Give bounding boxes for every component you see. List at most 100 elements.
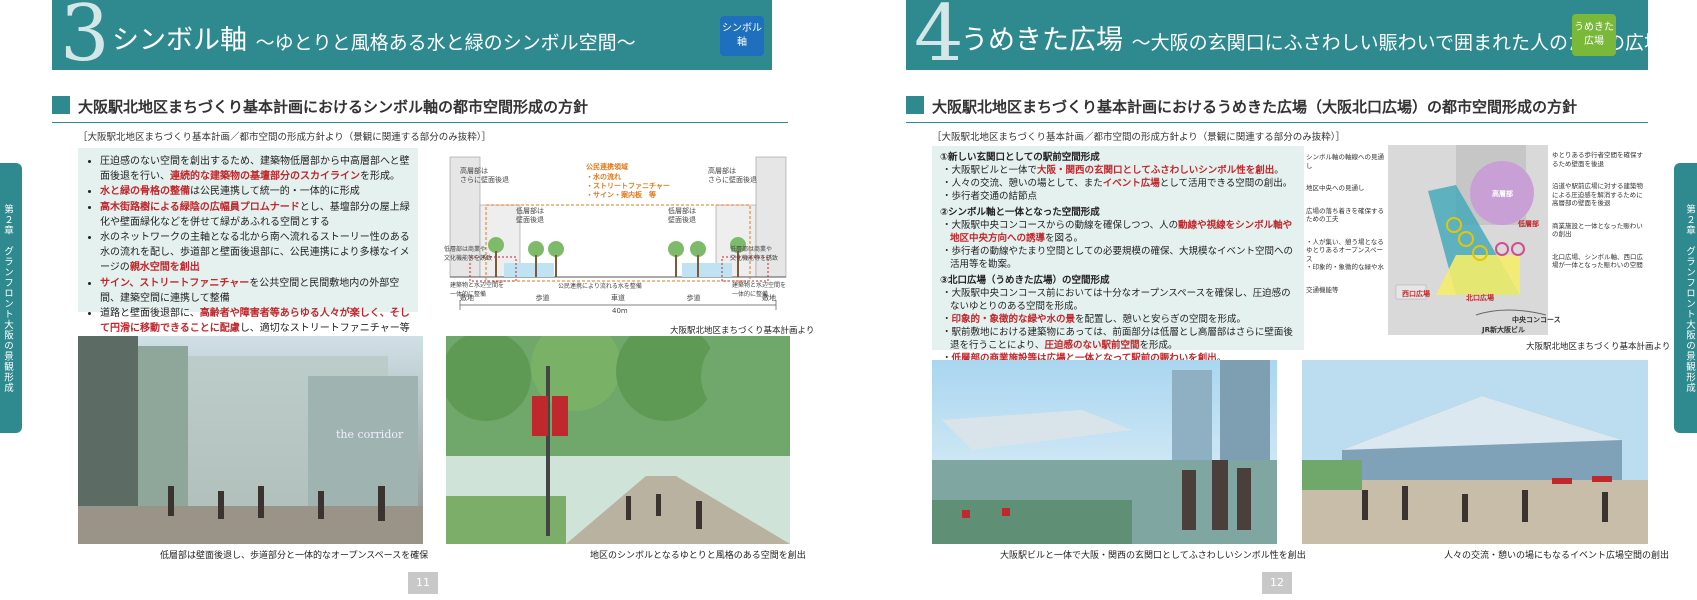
heading-rule bbox=[906, 122, 1648, 123]
map-label: ゆとりある歩行者空間を確保するため壁面を後退 bbox=[1552, 151, 1643, 168]
map-tag: 西口広場 bbox=[1402, 290, 1430, 298]
photo-caption: 地区のシンボルとなるゆとりと風格のある空間を創出 bbox=[590, 551, 806, 561]
map-credit: 大阪駅北地区まちづくり基本計画より bbox=[1526, 342, 1671, 352]
plaza-plan-diagram: シンボル軸の軸線への見通し地区中央への見通し広場の落ち着きを確保するための工夫・… bbox=[1306, 145, 1648, 350]
map-label: ・人が集い、憩う場となるゆとりあるオープンスペース ・印象的・象徴的な緑や水 bbox=[1306, 237, 1384, 272]
map-label: 交通機能等 bbox=[1306, 285, 1339, 294]
policy-bullet: 水と緑の骨格の整備は公民連携して統一的・一体的に形成 bbox=[100, 184, 410, 199]
policy-bullet: ・大阪駅ビルと一体で大阪・関西の玄関口としてふさわしいシンボル性を創出。 bbox=[940, 164, 1296, 177]
source-note: ［大阪駅北地区まちづくり基本計画／都市空間の形成方針より（景観に関連する部分のみ… bbox=[932, 132, 1346, 143]
photo-caption: 人々の交流・憩いの場にもなるイベント広場空間の創出 bbox=[1444, 551, 1670, 561]
policy-bullet: ・駅前敷地における建築物にあっては、前面部分は低層とし高層部はさらに壁面後退を行… bbox=[940, 326, 1296, 352]
heading-marker bbox=[52, 96, 70, 114]
policy-bullet: ・大阪駅中央コンコース前においては十分なオープンスペースを確保し、圧迫感のないゆ… bbox=[940, 287, 1296, 313]
page-number: 11 bbox=[408, 572, 438, 594]
corridor-sign: the corridor bbox=[336, 428, 404, 441]
section-heading: 大阪駅北地区まちづくり基本計画におけるうめきた広場（大阪北口広場）の都市空間形成… bbox=[932, 98, 1578, 116]
map-tag: 低層部 bbox=[1518, 220, 1539, 228]
heading-marker bbox=[906, 96, 924, 114]
emphasis-text: 高木街路樹による緑陰の広幅員プロムナード bbox=[100, 201, 300, 213]
text-segment: 。 bbox=[1274, 165, 1284, 176]
public-zone-item: ・水の流れ bbox=[586, 173, 621, 181]
map-right-labels: ゆとりある歩行者空間を確保するため壁面を後退沿道や駅前広場に対する建築物による圧… bbox=[1552, 151, 1648, 284]
text-segment: として活用できる空間の創出。 bbox=[1159, 178, 1293, 189]
promenade-photo bbox=[446, 336, 790, 544]
map-label: 広場の落ち着きを確保するための工夫 bbox=[1306, 206, 1384, 224]
zone-label: 歩道 bbox=[535, 294, 550, 302]
map-tag: 北口広場 bbox=[1466, 294, 1494, 302]
zone-label: 車道 bbox=[611, 294, 625, 302]
policy-subheading: ②シンボル軸と一体となった空間形成 bbox=[940, 207, 1100, 218]
text-segment: は公民連携して統一的・一体的に形成 bbox=[190, 186, 360, 198]
text-segment: 歩行者の動線やたまり空間としての必要規模の確保、大規模なイベント空間への活用等を… bbox=[950, 246, 1293, 270]
width-label: 40m bbox=[612, 307, 628, 315]
photo-caption: 大阪駅ビルと一体で大阪・関西の玄関口としてふさわしいシンボル性を創出 bbox=[1000, 551, 1306, 561]
emphasis-text: 印象的・象徴的な緑や水の景 bbox=[951, 314, 1076, 325]
text-segment: 歩行者交通の結節点 bbox=[951, 191, 1038, 202]
map-label: 商業施設と一体となった賑わいの創出 bbox=[1552, 221, 1643, 239]
map-tag: 中央コンコース bbox=[1512, 316, 1561, 324]
corridor-photo: the corridor bbox=[78, 336, 423, 544]
section-heading: 大阪駅北地区まちづくり基本計画におけるシンボル軸の都市空間形成の方針 bbox=[78, 98, 589, 116]
policy-bullet: ・人々の交流、憩いの場として、またイベント広場として活用できる空間の創出。 bbox=[940, 177, 1296, 190]
station-plaza-photo bbox=[932, 360, 1277, 544]
policy-bullet: 水のネットワークの主軸となる北から南へ流れるストーリー性のある水の流れを配し、歩… bbox=[100, 230, 410, 276]
label-right-low: 低層部は商業や 文化機能等を誘致 bbox=[730, 246, 779, 262]
zone-label: 敷地 bbox=[460, 294, 474, 302]
section-number: 3 bbox=[60, 0, 110, 79]
bullet-dot: ・ bbox=[942, 288, 952, 299]
section-title-main: うめきた広場 bbox=[961, 25, 1123, 56]
zone-label: 歩道 bbox=[686, 294, 701, 302]
diagram-credit: 大阪駅北地区まちづくり基本計画より bbox=[670, 326, 815, 336]
label-center-bottom: 公民連携により流れる水を整備 bbox=[558, 283, 642, 290]
label-left-top: 高層部は さらに壁面後退 bbox=[460, 167, 509, 184]
section-number: 4 bbox=[914, 0, 964, 79]
bullet-dot: ・ bbox=[942, 246, 952, 257]
emphasis-text: 圧迫感のない駅前空間 bbox=[1044, 340, 1140, 351]
symbol-axis-policy-box: 圧迫感のない空間を創出するため、建築物低層部から中高層部へと壁面後退を行い、連続… bbox=[78, 148, 418, 349]
policy-bullet: 圧迫感のない空間を創出するため、建築物低層部から中高層部へと壁面後退を行い、連続… bbox=[100, 154, 410, 184]
right-chapter-tab: 第２章 グランフロント大阪の景観形成 bbox=[1674, 163, 1697, 433]
map-label: 北口広場、シンボル軸、西口広場が一体となった賑わいの空間 bbox=[1552, 252, 1643, 270]
zone-label: 敷地 bbox=[762, 294, 776, 302]
source-note: ［大阪駅北地区まちづくり基本計画／都市空間の形成方針より（景観に関連する部分のみ… bbox=[78, 132, 492, 143]
label-left-low: 低層部は商業や 文化機能等を誘致 bbox=[444, 246, 493, 262]
emphasis-text: イベント広場 bbox=[1102, 178, 1160, 189]
label-right-top: 高層部は さらに壁面後退 bbox=[708, 167, 757, 184]
text-segment: 人々の交流、憩いの場として、また bbox=[951, 178, 1103, 189]
map-tag: 高層部 bbox=[1492, 190, 1513, 198]
text-segment: を配置し、憩いと安らぎの空間を形成。 bbox=[1075, 314, 1247, 325]
bullet-dot: ・ bbox=[942, 165, 952, 176]
map-left-labels: シンボル軸の軸線への見通し地区中央への見通し広場の落ち着きを確保するための工夫・… bbox=[1306, 153, 1388, 308]
text-segment: 道路と壁面後退部に、 bbox=[100, 308, 200, 320]
text-segment: 大阪駅ビルと一体で bbox=[951, 165, 1038, 176]
policy-bullet: 高木街路樹による緑陰の広幅員プロムナードとし、基壇部分の屋上緑化や壁面緑化などを… bbox=[100, 200, 410, 230]
text-segment: を図る。 bbox=[1045, 233, 1084, 244]
left-chapter-tab: 第２章 グランフロント大阪の景観形成 bbox=[0, 163, 22, 433]
page-number: 12 bbox=[1262, 572, 1292, 594]
symbol-axis-badge: シンボル軸 bbox=[720, 16, 764, 56]
bullet-dot: ・ bbox=[942, 314, 952, 325]
umekita-policy-box: ①新しい玄関口としての駅前空間形成 ・大阪駅ビルと一体で大阪・関西の玄関口としてふ… bbox=[932, 146, 1304, 377]
emphasis-text: 連続的な建築物の基壇部分のスカイライン bbox=[170, 171, 360, 183]
street-section-diagram: 高層部は さらに壁面後退 高層部は さらに壁面後退 低層部は 壁面後退 低層部は… bbox=[444, 145, 790, 320]
heading-rule bbox=[52, 122, 788, 123]
right-header-banner: 4 うめきた広場 ～大阪の玄関口にふさわしい賑わいで囲まれた人のための広場～ う… bbox=[906, 0, 1682, 74]
public-zone-item: ・サイン・案内板 等 bbox=[586, 191, 656, 199]
map-label: シンボル軸の軸線への見通し bbox=[1306, 153, 1384, 170]
text-segment: 大阪駅中央コンコースからの動線を確保しつつ、人の bbox=[951, 220, 1179, 231]
map-label: 地区中央への見通し bbox=[1306, 184, 1365, 192]
bullet-dot: ・ bbox=[942, 220, 952, 231]
map-label: 沿道や駅前広場に対する建築物による圧迫感を解消するために高層部の壁面を後退 bbox=[1552, 182, 1643, 207]
event-plaza-photo bbox=[1302, 360, 1648, 544]
public-zone-item: ・ストリートファニチャー bbox=[586, 182, 670, 190]
bullet-dot: ・ bbox=[942, 178, 952, 189]
section-subtitle: ～ゆとりと風格ある水と緑のシンボル空間～ bbox=[255, 32, 636, 54]
emphasis-text: 親水空間を創出 bbox=[129, 262, 200, 274]
left-header-banner: 3 シンボル軸 ～ゆとりと風格ある水と緑のシンボル空間～ シンボル軸 bbox=[52, 0, 772, 74]
policy-bullet: ・印象的・象徴的な緑や水の景を配置し、憩いと安らぎの空間を形成。 bbox=[940, 313, 1296, 326]
map-tag: JR新大阪ビル bbox=[1482, 326, 1525, 334]
emphasis-text: サイン、ストリートファニチャー bbox=[100, 277, 250, 289]
public-zone-title: 公民連携領域 bbox=[586, 163, 628, 171]
label-mid-right: 低層部は 壁面後退 bbox=[668, 207, 696, 224]
